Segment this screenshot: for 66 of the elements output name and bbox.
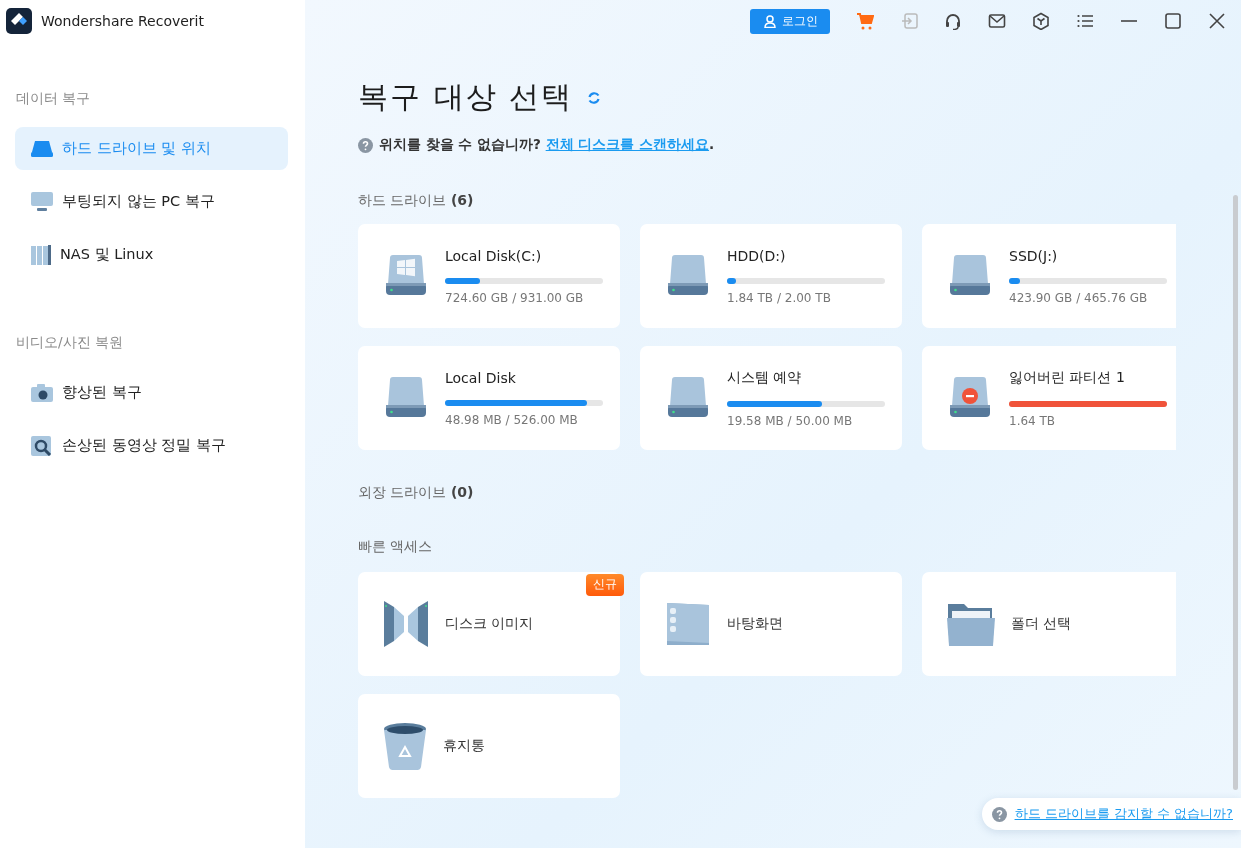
app-logo-icon (6, 8, 32, 34)
scrollbar-thumb[interactable] (1233, 195, 1238, 790)
user-icon (764, 14, 776, 28)
drive-usage: 423.90 GB / 465.76 GB (1009, 290, 1149, 305)
drive-usage: 1.84 TB / 2.00 TB (727, 290, 832, 305)
sidebar-item[interactable]: NAS 및 Linux (15, 233, 288, 276)
drive-card[interactable]: Local Disk(C:) 724.60 GB / 931.00 GB (358, 224, 620, 328)
sidebar-item[interactable]: 손상된 동영상 정밀 복구 (15, 424, 288, 467)
camera-icon (31, 383, 53, 402)
sidebar-item[interactable]: 향상된 복구 (15, 371, 288, 414)
hard-drive-icon (384, 376, 428, 420)
section-heading: 외장 드라이브 (0) (358, 484, 475, 502)
drive-card[interactable]: SSD(J:) 423.90 GB / 465.76 GB (922, 224, 1176, 328)
mail-icon[interactable] (988, 12, 1006, 30)
sidebar-item[interactable]: 부팅되지 않는 PC 복구 (15, 180, 288, 223)
app-title: Wondershare Recoverit (41, 13, 204, 29)
cart-icon[interactable] (856, 12, 874, 30)
hard-drive-icon (666, 254, 710, 298)
drive-name: SSD(J:) (1009, 247, 1059, 264)
quick-access-card[interactable]: 바탕화면 (640, 572, 902, 676)
sidebar-section-heading: 비디오/사진 복원 (16, 334, 124, 352)
server-rack-icon (31, 244, 51, 265)
drive-card[interactable]: HDD(D:) 1.84 TB / 2.00 TB (640, 224, 902, 328)
trash-bin-icon (382, 722, 428, 770)
new-badge: 신규 (586, 574, 624, 596)
quick-access-card[interactable]: 휴지통 (358, 694, 620, 798)
folder-icon (946, 601, 996, 647)
headset-icon[interactable] (944, 12, 962, 30)
video-repair-icon (31, 435, 53, 456)
hard-drive-icon (948, 254, 992, 298)
drive-name: 잃어버린 파티션 1 (1009, 368, 1126, 387)
hint-text: 위치를 찾을 수 없습니까? 전체 디스크를 스캔하세요. (379, 136, 715, 154)
maximize-icon[interactable] (1164, 12, 1182, 30)
drive-usage: 724.60 GB / 931.00 GB (445, 290, 585, 305)
drive-usage: 48.98 MB / 526.00 MB (445, 412, 579, 427)
drive-card[interactable]: 시스템 예약 19.58 MB / 50.00 MB (640, 346, 902, 450)
help-icon (991, 806, 1007, 822)
windows-drive-icon (384, 254, 428, 298)
menu-icon[interactable] (1076, 12, 1094, 30)
refresh-icon[interactable] (587, 90, 602, 105)
disk-image-icon (382, 599, 430, 649)
section-heading: 빠른 액세스 (358, 538, 434, 556)
drive-usage: 19.58 MB / 50.00 MB (727, 413, 854, 428)
quick-access-label: 바탕화면 (727, 615, 783, 633)
quick-access-label: 휴지통 (443, 737, 485, 755)
section-heading: 하드 드라이브 (6) (358, 192, 475, 210)
desktop-icon (664, 600, 712, 648)
lost-drive-icon (948, 376, 992, 420)
drive-icon (31, 139, 53, 158)
quick-access-label: 디스크 이미지 (445, 615, 534, 633)
drive-usage: 1.64 TB (1009, 413, 1057, 428)
sidebar-section-heading: 데이터 복구 (16, 90, 92, 108)
close-icon[interactable] (1208, 12, 1226, 30)
quick-access-card[interactable]: 폴더 선택 (922, 572, 1176, 676)
drive-name: Local Disk (445, 369, 517, 386)
page-title: 복구 대상 선택 (358, 78, 574, 116)
monitor-icon (31, 191, 53, 212)
drive-name: 시스템 예약 (727, 368, 803, 387)
drive-card[interactable]: 잃어버린 파티션 1 1.64 TB (922, 346, 1176, 450)
help-icon (358, 137, 373, 153)
drive-name: HDD(D:) (727, 247, 787, 264)
drive-name: Local Disk(C:) (445, 247, 543, 264)
quick-access-label: 폴더 선택 (1011, 615, 1072, 633)
drive-card[interactable]: Local Disk 48.98 MB / 526.00 MB (358, 346, 620, 450)
cube-icon[interactable] (1032, 12, 1050, 30)
hard-drive-icon (666, 376, 710, 420)
